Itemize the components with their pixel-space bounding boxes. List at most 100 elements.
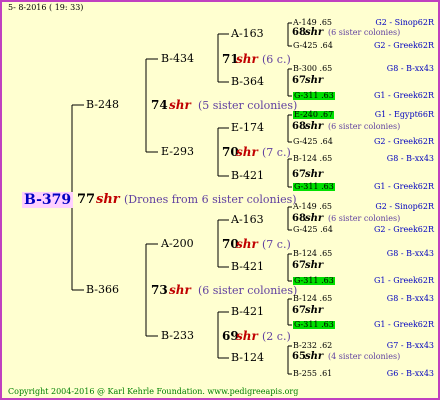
ancestor-leaf[interactable]: B-124 .65 (293, 250, 332, 258)
gen3-qnum: 68 (292, 213, 306, 224)
gen2-queen-id[interactable]: E-293 (161, 146, 194, 157)
ancestor-leaf[interactable]: E-240 .67 (293, 110, 335, 119)
gen3-queen-id[interactable]: E-174 (231, 122, 264, 133)
gen2-shr: shr (236, 329, 258, 343)
gen1-note: (6 sister colonies) (198, 284, 298, 297)
gen2-note: (7 c.) (262, 238, 291, 251)
ancestor-leaf[interactable]: B-255 .61 (293, 370, 332, 378)
gen3-qnum: 67 (292, 75, 306, 86)
leaf-value: .62 (319, 341, 333, 350)
leaf-value: .63 (321, 91, 334, 100)
leaf-value: .65 (319, 294, 333, 303)
ancestor-leaf[interactable]: B-124 .65 (293, 155, 332, 163)
gen1-queen-id[interactable]: B-248 (86, 99, 119, 110)
gen3-qnum: 68 (292, 27, 306, 38)
leaf-queen-id: B-124 (293, 154, 320, 163)
gen1-shr: shr (169, 98, 191, 112)
leaf-value: .61 (319, 369, 333, 378)
gen2-note: (2 c.) (262, 330, 291, 343)
ancestor-leaf[interactable]: G-311 .63 (293, 321, 335, 329)
leaf-queen-id: G-425 (293, 137, 321, 146)
leaf-queen-id: G-311 (294, 276, 322, 285)
gen1-qnum: 73 (151, 283, 168, 297)
gen3-qnum: 65 (292, 351, 306, 362)
gen2-queen-id[interactable]: B-434 (161, 53, 194, 64)
ancestor-leaf[interactable]: B-300 .65 (293, 65, 332, 73)
gen3-shr: shr (305, 121, 324, 132)
gen3-note: (6 sister colonies) (328, 28, 401, 37)
leaf-value: .65 (319, 64, 333, 73)
ancestor-leaf[interactable]: B-124 .65 (293, 295, 332, 303)
gen3-queen-id[interactable]: B-421 (231, 261, 264, 272)
gen3-queen-id[interactable]: B-364 (231, 76, 264, 87)
gen3-note: (4 sister colonies) (328, 352, 401, 361)
gen2-shr: shr (236, 237, 258, 251)
leaf-queen-id: E-240 (294, 110, 321, 119)
leaf-queen-id: B-255 (293, 369, 320, 378)
leaf-origin: G8 - B-xx43 (386, 249, 434, 258)
gen1-queen-id[interactable]: B-366 (86, 284, 119, 295)
gen3-shr: shr (305, 75, 324, 86)
footer-copyright: Copyright 2004-2016 @ Karl Kehrle Founda… (8, 387, 299, 396)
leaf-origin: G7 - B-xx43 (386, 341, 434, 350)
leaf-origin: G2 - Sinop62R (375, 18, 434, 27)
ancestor-leaf[interactable]: G-311 .63 (293, 92, 335, 100)
ancestor-leaf[interactable]: B-232 .62 (293, 342, 332, 350)
gen3-qnum: 67 (292, 169, 306, 180)
gen3-shr: shr (305, 27, 324, 38)
leaf-origin: G8 - B-xx43 (386, 64, 434, 73)
gen3-shr: shr (305, 260, 324, 271)
pedigree-tree: 5- 8-2016 ( 19: 33) B-379 77 shr (Drones… (0, 0, 440, 400)
leaf-queen-id: B-124 (293, 249, 320, 258)
ancestor-leaf[interactable]: G-311 .63 (293, 277, 335, 285)
gen2-queen-id[interactable]: B-233 (161, 330, 194, 341)
leaf-value: .65 (319, 18, 333, 27)
root-queen-id[interactable]: B-379 (22, 192, 74, 208)
gen3-note: (6 sister colonies) (328, 122, 401, 131)
leaf-origin: G1 - Egypt66R (374, 110, 434, 119)
leaf-origin: G2 - Greek62R (373, 225, 434, 234)
leaf-value: .65 (319, 249, 333, 258)
gen3-shr: shr (305, 169, 324, 180)
gen3-queen-id[interactable]: B-421 (231, 170, 264, 181)
leaf-value: .63 (321, 320, 334, 329)
leaf-queen-id: G-425 (293, 41, 321, 50)
leaf-queen-id: G-311 (294, 91, 322, 100)
gen3-queen-id[interactable]: A-163 (231, 28, 264, 39)
ancestor-leaf[interactable]: G-425 .64 (293, 138, 333, 146)
root-shr: shr (96, 192, 120, 207)
ancestor-leaf[interactable]: A-149 .65 (293, 203, 332, 211)
gen3-shr: shr (305, 213, 324, 224)
leaf-origin: G6 - B-xx43 (386, 369, 434, 378)
gen2-shr: shr (236, 52, 258, 66)
gen3-note: (6 sister colonies) (328, 214, 401, 223)
leaf-origin: G2 - Greek62R (373, 41, 434, 50)
report-date: 5- 8-2016 ( 19: 33) (8, 3, 84, 12)
leaf-origin: G2 - Sinop62R (375, 202, 434, 211)
ancestor-leaf[interactable]: A-149 .65 (293, 19, 332, 27)
leaf-queen-id: A-149 (293, 202, 320, 211)
gen3-queen-id[interactable]: B-124 (231, 352, 264, 363)
ancestor-leaf[interactable]: G-425 .64 (293, 42, 333, 50)
gen2-note: (6 c.) (262, 53, 291, 66)
leaf-origin: G8 - B-xx43 (386, 154, 434, 163)
gen3-queen-id[interactable]: A-163 (231, 214, 264, 225)
leaf-value: .63 (321, 276, 334, 285)
ancestor-leaf[interactable]: G-425 .64 (293, 226, 333, 234)
gen2-shr: shr (236, 145, 258, 159)
root-note: (Drones from 6 sister colonies) (124, 193, 297, 206)
leaf-origin: G1 - Greek62R (373, 320, 434, 329)
gen1-qnum: 74 (151, 98, 168, 112)
gen3-shr: shr (305, 351, 324, 362)
leaf-value: .64 (320, 225, 333, 234)
leaf-origin: G1 - Greek62R (373, 276, 434, 285)
leaf-queen-id: G-311 (294, 182, 322, 191)
leaf-queen-id: G-425 (293, 225, 321, 234)
leaf-value: .64 (320, 137, 333, 146)
gen3-queen-id[interactable]: B-421 (231, 306, 264, 317)
leaf-origin: G2 - Greek62R (373, 137, 434, 146)
leaf-queen-id: B-300 (293, 64, 320, 73)
leaf-queen-id: G-311 (294, 320, 322, 329)
ancestor-leaf[interactable]: G-311 .63 (293, 183, 335, 191)
gen2-queen-id[interactable]: A-200 (161, 238, 194, 249)
